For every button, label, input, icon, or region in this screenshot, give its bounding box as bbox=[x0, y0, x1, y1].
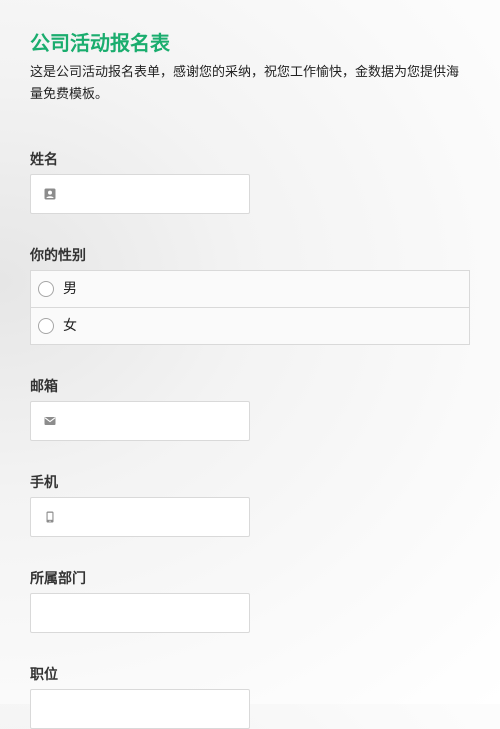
position-label: 职位 bbox=[30, 667, 58, 683]
department-label: 所属部门 bbox=[30, 571, 86, 587]
gender-option-label: 男 bbox=[63, 281, 77, 297]
phone-label: 手机 bbox=[30, 475, 58, 491]
radio-button[interactable] bbox=[38, 318, 54, 334]
name-input[interactable] bbox=[65, 175, 241, 213]
gender-radio-group: 男 女 bbox=[30, 270, 470, 345]
department-field[interactable] bbox=[30, 593, 250, 633]
name-label: 姓名 bbox=[30, 152, 58, 168]
mobile-phone-icon bbox=[46, 511, 54, 523]
user-card-icon bbox=[44, 188, 56, 200]
gender-option-male[interactable]: 男 bbox=[31, 271, 469, 307]
gender-option-label: 女 bbox=[63, 318, 77, 334]
form-description: 这是公司活动报名表单，感谢您的采纳，祝您工作愉快，金数据为您提供海量免费模板。 bbox=[30, 65, 460, 102]
envelope-icon bbox=[44, 417, 56, 425]
email-label: 邮箱 bbox=[30, 379, 58, 395]
gender-label: 你的性别 bbox=[30, 248, 86, 264]
email-input[interactable] bbox=[65, 402, 241, 440]
gender-option-female[interactable]: 女 bbox=[31, 307, 469, 344]
department-input[interactable] bbox=[41, 594, 241, 632]
position-input[interactable] bbox=[41, 690, 241, 728]
name-field[interactable] bbox=[30, 174, 250, 214]
position-field[interactable] bbox=[30, 689, 250, 729]
phone-input[interactable] bbox=[65, 498, 241, 536]
phone-field[interactable] bbox=[30, 497, 250, 537]
form-title: 公司活动报名表 bbox=[30, 31, 170, 55]
radio-button[interactable] bbox=[38, 281, 54, 297]
email-field[interactable] bbox=[30, 401, 250, 441]
